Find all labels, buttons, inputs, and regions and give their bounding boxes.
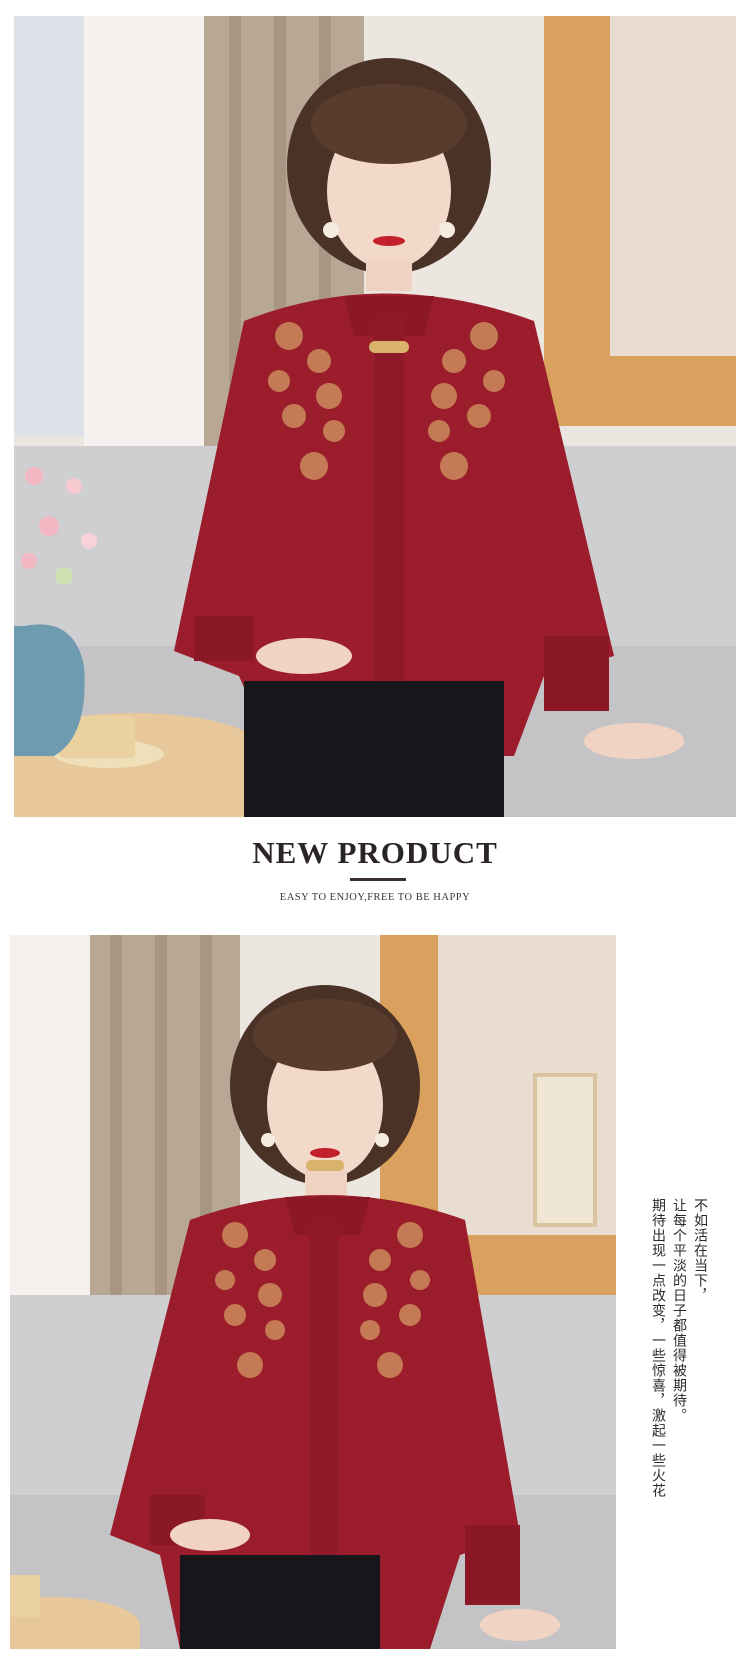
product-photo-closeup	[10, 935, 616, 1649]
poem-line-3: 期待出现一点改变，一些惊喜，激起一些火花	[650, 1198, 666, 1498]
product-photo-closeup-illustration	[10, 935, 616, 1649]
headline: NEW PRODUCT	[252, 835, 498, 870]
headline-divider	[350, 878, 406, 881]
product-photo-front-illustration	[14, 16, 736, 817]
poem-line-2: 让每个平淡的日子都值得被期待。	[671, 1198, 687, 1423]
poem-line-1: 不如活在当下，	[692, 1198, 708, 1303]
subline: EASY TO ENJOY,FREE TO BE HAPPY	[279, 892, 471, 903]
product-photo-front	[14, 16, 736, 817]
